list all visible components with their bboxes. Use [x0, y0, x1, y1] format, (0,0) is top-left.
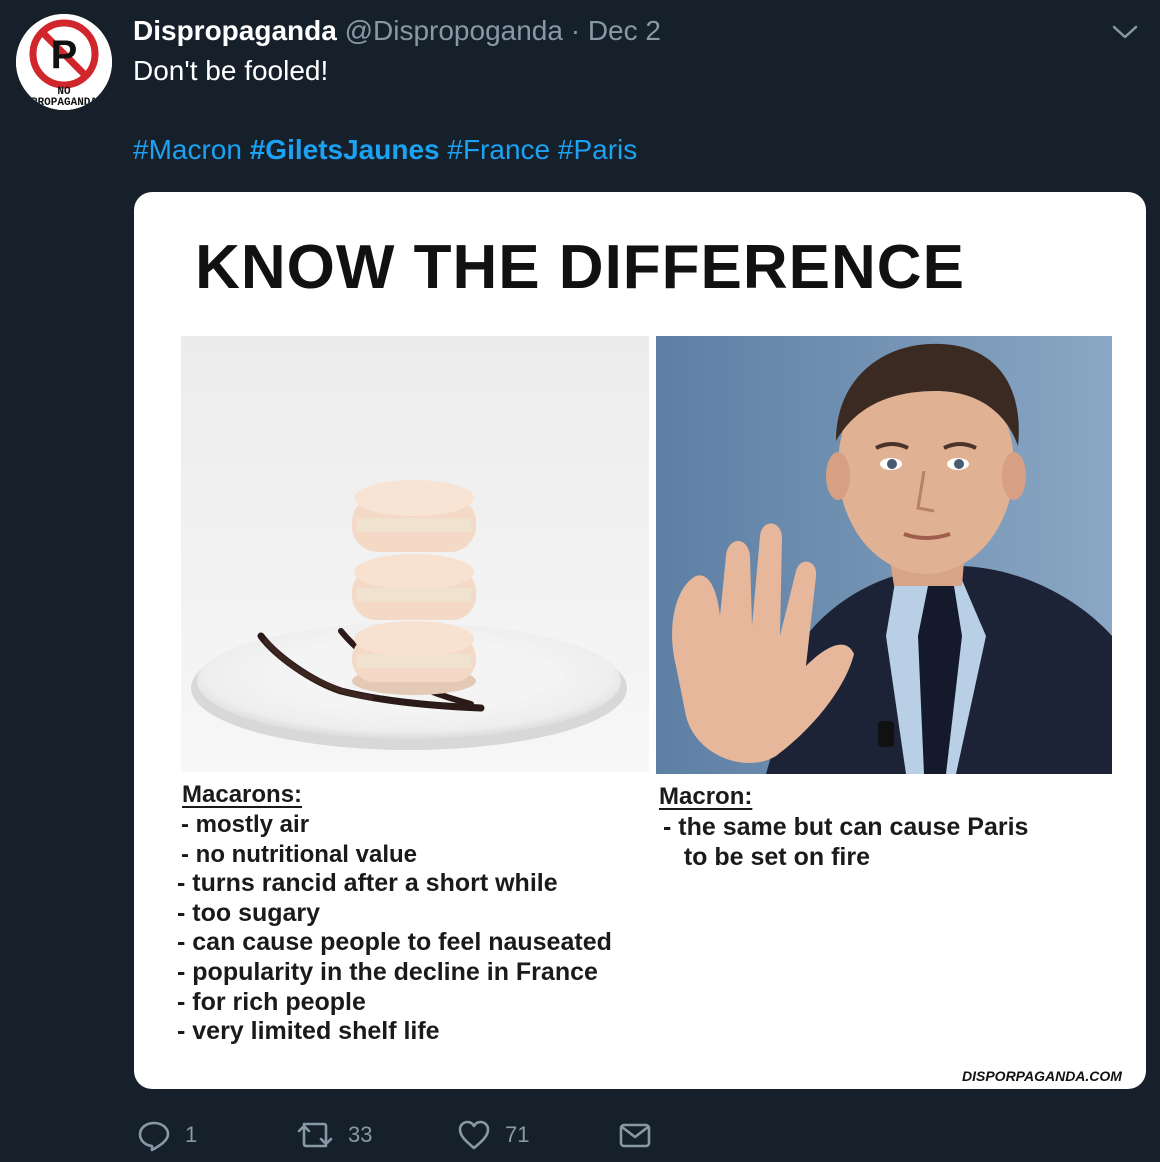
- list-item: - mostly air: [181, 811, 310, 838]
- hashtag-paris[interactable]: #Paris: [558, 134, 637, 165]
- list-item: - very limited shelf life: [177, 1017, 440, 1046]
- reply-icon: [138, 1121, 170, 1152]
- hashtag-macron[interactable]: #Macron: [133, 134, 242, 165]
- macarons-photo: [181, 336, 649, 772]
- avatar[interactable]: P NO PROPAGANDA: [16, 14, 112, 110]
- list-item: - no nutritional value: [181, 840, 418, 868]
- portrait-photo: [656, 336, 1112, 774]
- envelope-icon: [619, 1123, 651, 1148]
- like-count: 71: [505, 1122, 530, 1147]
- tweet-text: Don't be fooled!: [133, 55, 329, 86]
- macron-list: - the same but can cause Paris to be set…: [663, 813, 1028, 872]
- list-item: - can cause people to feel nauseated: [177, 928, 612, 957]
- retweet-button[interactable]: 33: [296, 1118, 372, 1152]
- meme-title: KNOW THE DIFFERENCE: [195, 233, 965, 302]
- logo-letter: P: [51, 33, 78, 77]
- logo-text-propaganda: PROPAGANDA: [31, 97, 97, 109]
- watermark: DISPORPAGANDA.COM: [962, 1068, 1122, 1084]
- display-name[interactable]: Dispropaganda: [133, 15, 337, 46]
- separator-dot: ·: [570, 15, 581, 46]
- list-item: to be set on fire: [663, 842, 870, 871]
- direct-message-button[interactable]: [618, 1118, 652, 1152]
- macron-heading: Macron:: [659, 783, 753, 810]
- hashtag-france[interactable]: #France: [447, 134, 550, 165]
- reply-button[interactable]: 1: [137, 1118, 197, 1152]
- like-button[interactable]: 71: [457, 1118, 529, 1152]
- list-item: - too sugary: [177, 898, 321, 927]
- hashtag-line: #Macron #GiletsJaunes #France #Paris: [133, 133, 637, 167]
- hashtag-giletsjaunes[interactable]: #GiletsJaunes: [250, 134, 440, 165]
- list-item: - the same but can cause Paris: [663, 813, 1029, 841]
- list-item: - for rich people: [177, 987, 366, 1016]
- retweet-icon: [297, 1122, 333, 1148]
- heart-icon: [458, 1120, 490, 1150]
- tweet-date[interactable]: Dec 2: [588, 15, 661, 46]
- macarons-heading: Macarons:: [182, 781, 303, 808]
- list-item: - popularity in the decline in France: [177, 957, 598, 986]
- retweet-count: 33: [348, 1122, 373, 1147]
- no-propaganda-logo: P NO PROPAGANDA: [16, 14, 112, 110]
- macarons-list: - mostly air - no nutritional value - tu…: [177, 810, 612, 1047]
- user-handle[interactable]: @Dispropoganda: [345, 15, 563, 46]
- list-item: - turns rancid after a short while: [177, 869, 558, 898]
- tweet-header: Dispropaganda @Dispropoganda · Dec 2: [133, 14, 661, 48]
- chevron-down-icon[interactable]: [1112, 22, 1138, 42]
- reply-count: 1: [185, 1122, 198, 1147]
